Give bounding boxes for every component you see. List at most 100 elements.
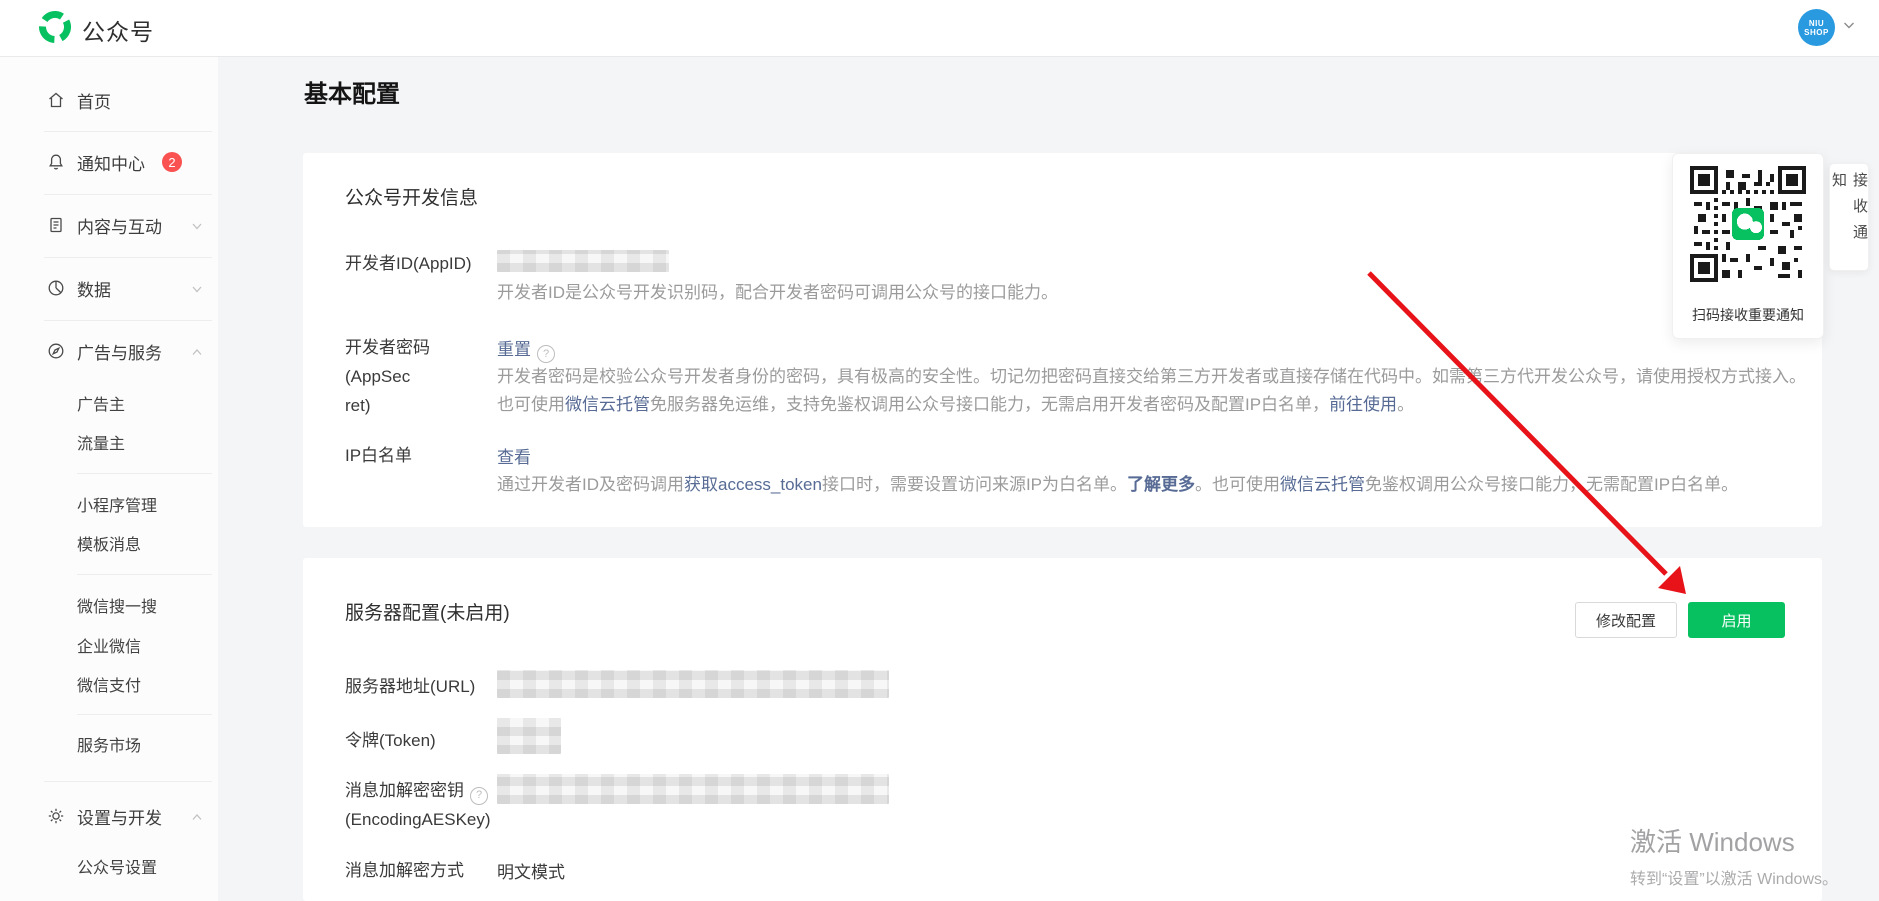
qr-code: [1690, 166, 1806, 282]
ip-desc-text: 。也可使用: [1195, 475, 1280, 494]
token-label: 令牌(Token): [345, 726, 436, 755]
qr-notify-panel: 扫码接收重要通知: [1672, 153, 1824, 339]
data-icon: [46, 278, 66, 303]
compass-icon: [46, 341, 66, 366]
appsecret-label: 开发者密码(AppSec ret): [345, 333, 485, 420]
sidebar-item-home[interactable]: 首页: [0, 80, 218, 120]
appsecret-label-line1: 开发者密码(AppSec: [345, 338, 430, 386]
sidebar-item-notifications[interactable]: 通知中心 2: [0, 142, 218, 182]
help-icon[interactable]: ?: [537, 345, 555, 363]
wechat-cloud-link[interactable]: 微信云托管: [1280, 475, 1365, 494]
sidebar-item-settings-dev[interactable]: 设置与开发: [0, 796, 218, 836]
divider: [44, 320, 212, 321]
watermark-line1: 激活 Windows: [1630, 822, 1838, 859]
qr-caption: 扫码接收重要通知: [1673, 305, 1823, 325]
chevron-up-icon: [190, 345, 204, 364]
sidebar-item-service-market[interactable]: 服务市场: [0, 724, 218, 764]
server-config-card: 服务器配置(未启用) 修改配置 启用 服务器地址(URL) 令牌(Token) …: [303, 558, 1822, 901]
encrypt-mode-value: 明文模式: [497, 858, 565, 883]
modify-config-button[interactable]: 修改配置: [1575, 602, 1677, 638]
divider: [77, 473, 212, 474]
sidebar-item-label: 数据: [77, 276, 111, 301]
home-icon: [46, 90, 66, 115]
ip-view-link[interactable]: 查看: [497, 443, 531, 468]
account-menu[interactable]: NIU SHOP: [1798, 9, 1857, 46]
brand-home-link[interactable]: 公众号: [38, 10, 154, 49]
sidebar-item-ads-services[interactable]: 广告与服务: [0, 331, 218, 371]
access-token-link[interactable]: 获取access_token: [684, 475, 822, 494]
notification-count-badge: 2: [162, 152, 182, 172]
divider: [77, 714, 212, 715]
sidebar-item-label: 模板消息: [77, 531, 141, 555]
bell-icon: [46, 152, 66, 177]
sidebar: 首页 通知中心 2 内容与互动 数据: [0, 56, 218, 901]
ip-desc-text: 免鉴权调用公众号接口能力，无需配置IP白名单。: [1365, 475, 1738, 494]
ip-desc-text: 通过开发者ID及密码调用: [497, 475, 684, 494]
avatar-text-line1: NIU: [1809, 19, 1824, 28]
sidebar-item-wechat-search[interactable]: 微信搜一搜: [0, 585, 218, 625]
sidebar-item-miniprogram[interactable]: 小程序管理: [0, 484, 218, 524]
ip-desc-text: 接口时，需要设置访问来源IP为白名单。: [822, 475, 1127, 494]
sidebar-item-traffic-owner[interactable]: 流量主: [0, 422, 218, 462]
sidebar-item-label: 微信支付: [77, 672, 141, 696]
topbar: 公众号 NIU SHOP: [0, 0, 1879, 57]
windows-activation-watermark: 激活 Windows 转到“设置”以激活 Windows。: [1630, 822, 1838, 889]
divider: [77, 574, 212, 575]
appsecret-label-line2: ret): [345, 396, 371, 415]
server-url-redacted-value: [497, 670, 889, 698]
appsecret-desc-text: 免服务器免运维，支持免鉴权调用公众号接口能力，无需启用开发者密码及配置IP白名单…: [650, 395, 1329, 414]
appsecret-desc-text: 。: [1397, 395, 1414, 414]
sidebar-item-label: 服务市场: [77, 732, 141, 756]
sidebar-item-wechat-pay[interactable]: 微信支付: [0, 664, 218, 704]
aeskey-redacted-value: [497, 774, 889, 804]
chevron-down-icon: [190, 219, 204, 238]
receive-notify-tab[interactable]: 接收通知: [1829, 163, 1869, 271]
help-icon[interactable]: ?: [470, 787, 488, 805]
aeskey-label-line2: (EncodingAESKey): [345, 810, 491, 829]
encrypt-mode-label: 消息加解密方式: [345, 856, 464, 885]
sidebar-item-label: 公众号设置: [77, 854, 157, 878]
appsecret-description: 开发者密码是校验公众号开发者身份的密码，具有极高的安全性。切记勿把密码直接交给第…: [497, 363, 1809, 419]
section-title-dev-info: 公众号开发信息: [345, 183, 478, 210]
sidebar-item-account-settings[interactable]: 公众号设置: [0, 846, 218, 886]
sidebar-item-label: 首页: [77, 88, 111, 113]
content-icon: [46, 215, 66, 240]
aeskey-label-line1: 消息加解密密钥: [345, 781, 464, 800]
enable-button[interactable]: 启用: [1688, 602, 1785, 638]
divider: [44, 194, 212, 195]
server-url-label: 服务器地址(URL): [345, 672, 475, 701]
chevron-down-icon: [1841, 17, 1857, 38]
sidebar-item-wecom[interactable]: 企业微信: [0, 625, 218, 665]
sidebar-item-label: 微信搜一搜: [77, 593, 157, 617]
appid-redacted-value: [497, 250, 669, 272]
sidebar-item-data[interactable]: 数据: [0, 268, 218, 308]
appsecret-actions: 重置?: [497, 335, 555, 363]
sidebar-item-template-message[interactable]: 模板消息: [0, 523, 218, 563]
section-title-server-config: 服务器配置(未启用): [345, 598, 510, 625]
page-title: 基本配置: [304, 74, 400, 109]
sidebar-item-advertiser[interactable]: 广告主: [0, 383, 218, 423]
app-root: 公众号 NIU SHOP 首页 通知中心 2: [0, 0, 1879, 901]
ip-description: 通过开发者ID及密码调用获取access_token接口时，需要设置访问来源IP…: [497, 471, 1809, 499]
sidebar-item-label: 小程序管理: [77, 492, 157, 516]
ip-whitelist-label: IP白名单: [345, 441, 412, 470]
sidebar-item-label: 设置与开发: [77, 804, 162, 829]
learn-more-link[interactable]: 了解更多: [1127, 475, 1195, 494]
sidebar-item-label: 内容与互动: [77, 213, 162, 238]
divider: [44, 257, 212, 258]
brand-title: 公众号: [82, 13, 154, 47]
sidebar-item-content[interactable]: 内容与互动: [0, 205, 218, 245]
sidebar-item-label: 流量主: [77, 430, 125, 454]
avatar[interactable]: NIU SHOP: [1798, 9, 1835, 46]
appid-label: 开发者ID(AppID): [345, 249, 472, 278]
watermark-line2: 转到“设置”以激活 Windows。: [1630, 865, 1838, 889]
reset-appsecret-link[interactable]: 重置: [497, 340, 531, 359]
appid-description: 开发者ID是公众号开发识别码，配合开发者密码可调用公众号的接口能力。: [497, 279, 1058, 307]
token-redacted-value: [497, 718, 561, 754]
divider: [44, 131, 212, 132]
avatar-text-line2: SHOP: [1804, 28, 1829, 37]
wechat-cloud-link[interactable]: 微信云托管: [565, 395, 650, 414]
go-use-link[interactable]: 前往使用: [1329, 395, 1397, 414]
chevron-up-icon: [190, 810, 204, 829]
receive-notify-tab-label: 接收通知: [1828, 172, 1870, 270]
